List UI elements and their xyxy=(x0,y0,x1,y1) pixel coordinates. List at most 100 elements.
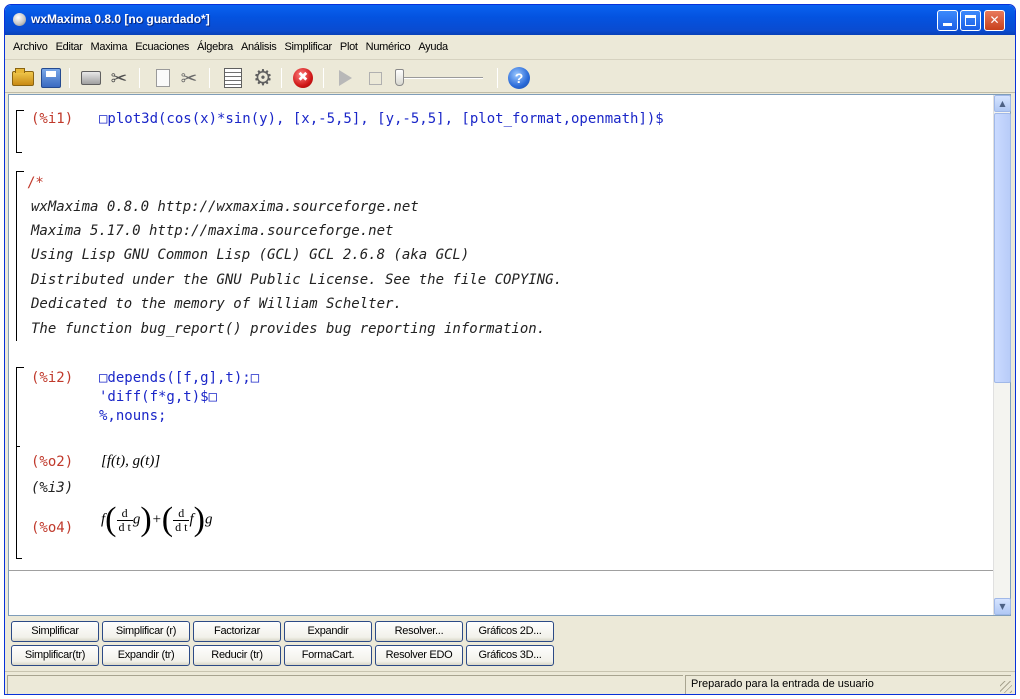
input-label: (%i3) xyxy=(31,480,74,496)
open-button[interactable] xyxy=(11,66,35,90)
resize-grip[interactable] xyxy=(1000,681,1012,693)
stop-button[interactable] xyxy=(363,66,387,90)
copy-icon xyxy=(156,69,170,87)
menu-plot[interactable]: Plot xyxy=(336,41,362,53)
toolbar-separator xyxy=(139,68,140,88)
slider-track xyxy=(399,77,483,79)
close-icon: ✕ xyxy=(989,13,1000,27)
toolbar-separator xyxy=(209,68,210,88)
toolbar-separator xyxy=(323,68,324,88)
window-title: wxMaxima 0.8.0 [no guardado*] xyxy=(31,12,210,26)
menu-archivo[interactable]: Archivo xyxy=(9,41,52,53)
menu-simplificar[interactable]: Simplificar xyxy=(280,41,335,53)
expandir-button[interactable]: Expandir xyxy=(284,621,372,642)
input-label: (%i1) xyxy=(31,111,74,127)
cut-button[interactable]: ✂ xyxy=(177,66,201,90)
worksheet[interactable]: (%i1) □plot3d(cos(x)*sin(y), [x,-5,5], [… xyxy=(8,94,1011,616)
paren-open: ( xyxy=(161,501,174,538)
button-panel: Simplificar Simplificar (r) Factorizar E… xyxy=(5,617,1015,669)
play-button[interactable] xyxy=(333,66,357,90)
fraction-denominator: d t xyxy=(118,519,131,534)
wxmaxima-app-icon xyxy=(13,13,26,26)
menu-numerico[interactable]: Numérico xyxy=(362,41,415,53)
output-bracket xyxy=(16,446,20,447)
menu-editar[interactable]: Editar xyxy=(52,41,87,53)
interrupt-icon: ✖ xyxy=(293,68,313,88)
paren-close: ) xyxy=(193,501,205,538)
save-button[interactable] xyxy=(39,66,63,90)
animation-slider[interactable] xyxy=(395,66,487,90)
play-icon xyxy=(338,70,352,86)
menu-ayuda[interactable]: Ayuda xyxy=(414,41,452,53)
input-line-separator xyxy=(9,570,994,571)
comment-line[interactable]: The function bug_report() provides bug r… xyxy=(31,321,545,337)
input-code[interactable]: □plot3d(cos(x)*sin(y), [x,-5,5], [y,-5,5… xyxy=(99,111,664,127)
comment-bracket[interactable] xyxy=(16,171,24,341)
close-button[interactable]: ✕ xyxy=(984,10,1005,31)
fraction-numerator: d xyxy=(173,506,190,521)
menu-analisis[interactable]: Análisis xyxy=(237,41,281,53)
simplificar-r-button[interactable]: Simplificar (r) xyxy=(102,621,190,642)
graficos-3d-button[interactable]: Gráficos 3D... xyxy=(466,645,554,666)
copy-button[interactable] xyxy=(151,66,175,90)
simplificar-button[interactable]: Simplificar xyxy=(11,621,99,642)
factorizar-button[interactable]: Factorizar xyxy=(193,621,281,642)
toolbar-separator xyxy=(497,68,498,88)
simplificar-tr-button[interactable]: Simplificar(tr) xyxy=(11,645,99,666)
minimize-button[interactable] xyxy=(937,10,958,31)
scroll-thumb[interactable] xyxy=(994,113,1011,383)
formacart-button[interactable]: FormaCart. xyxy=(284,645,372,666)
menu-bar: Archivo Editar Maxima Ecuaciones Álgebra… xyxy=(5,37,1015,57)
config-icon: ✂ xyxy=(110,66,128,90)
slider-thumb[interactable] xyxy=(395,69,404,86)
cell-bracket[interactable] xyxy=(16,110,24,152)
comment-line[interactable]: Distributed under the GNU Public License… xyxy=(31,272,562,288)
toolbar-separator xyxy=(69,68,70,88)
expr-g: g xyxy=(204,511,213,528)
scroll-up-button[interactable]: ▲ xyxy=(994,95,1011,112)
title-bar[interactable]: wxMaxima 0.8.0 [no guardado*] ✕ xyxy=(5,5,1015,35)
comment-line[interactable]: Dedicated to the memory of William Schel… xyxy=(31,296,402,312)
maximize-icon xyxy=(965,15,976,26)
menu-maxima[interactable]: Maxima xyxy=(87,41,132,53)
fraction-denominator: d t xyxy=(175,519,188,534)
maximize-button[interactable] xyxy=(960,10,981,31)
reducir-tr-button[interactable]: Reducir (tr) xyxy=(193,645,281,666)
interrupt-button[interactable]: ✖ xyxy=(291,66,315,90)
print-icon xyxy=(81,71,101,85)
output-value: [f(t), g(t)] xyxy=(101,453,161,469)
print-button[interactable] xyxy=(79,66,103,90)
input-code[interactable]: □depends([f,g],t);□ xyxy=(99,370,259,386)
input-code[interactable]: 'diff(f*g,t)$□ xyxy=(99,389,217,405)
menu-algebra[interactable]: Álgebra xyxy=(193,41,237,53)
select-all-button[interactable] xyxy=(221,66,245,90)
resolver-edo-button[interactable]: Resolver EDO xyxy=(375,645,463,666)
help-icon: ? xyxy=(508,67,530,89)
gear-icon: ⚙ xyxy=(253,65,273,91)
comment-line[interactable]: Maxima 5.17.0 http://maxima.sourceforge.… xyxy=(31,223,393,239)
fraction-numerator: d xyxy=(116,506,133,521)
menu-ecuaciones[interactable]: Ecuaciones xyxy=(131,41,193,53)
gear-button[interactable]: ⚙ xyxy=(251,65,275,91)
cell-bracket[interactable] xyxy=(16,367,24,559)
comment-open: /* xyxy=(27,175,44,191)
comment-line[interactable]: wxMaxima 0.8.0 http://wxmaxima.sourcefor… xyxy=(31,199,419,215)
status-bar: Preparado para la entrada de usuario xyxy=(5,671,1015,694)
expandir-tr-button[interactable]: Expandir (tr) xyxy=(102,645,190,666)
help-button[interactable]: ? xyxy=(507,66,531,90)
expr-plus: + xyxy=(151,511,162,528)
graficos-2d-button[interactable]: Gráficos 2D... xyxy=(466,621,554,642)
toolbar: ✂ ✂ ⚙ ✖ ? xyxy=(5,59,1015,93)
output-expression: f(d d t g)+(d d t f)g xyxy=(101,503,213,537)
paren-open: ( xyxy=(105,501,117,538)
derivative-fraction: dd t xyxy=(173,506,190,534)
scroll-down-button[interactable]: ▼ xyxy=(994,598,1011,615)
cell-bracket-end xyxy=(16,558,22,559)
derivative-fraction: dd t xyxy=(116,506,133,534)
vertical-scrollbar[interactable]: ▲ ▼ xyxy=(993,95,1011,615)
config-button[interactable]: ✂ xyxy=(107,66,131,90)
comment-line[interactable]: Using Lisp GNU Common Lisp (GCL) GCL 2.6… xyxy=(31,247,469,263)
input-code[interactable]: %,nouns; xyxy=(99,408,166,424)
resolver-button[interactable]: Resolver... xyxy=(375,621,463,642)
stop-icon xyxy=(368,71,382,85)
